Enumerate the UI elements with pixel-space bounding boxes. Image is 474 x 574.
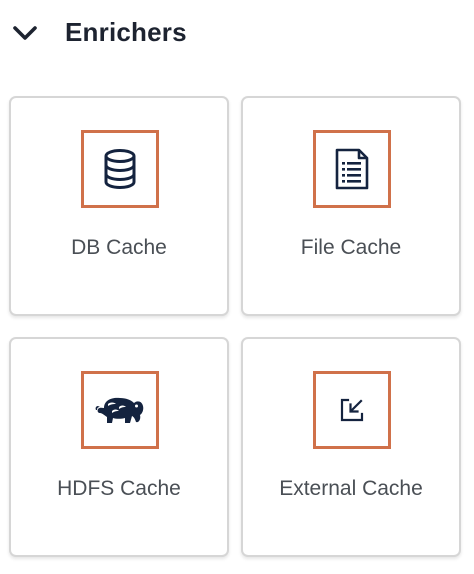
external-cache-card[interactable]: External Cache bbox=[241, 337, 461, 557]
file-cache-card[interactable]: File Cache bbox=[241, 96, 461, 316]
icon-frame bbox=[81, 371, 159, 449]
hadoop-elephant-icon bbox=[95, 397, 144, 423]
section-title: Enrichers bbox=[65, 17, 187, 47]
card-label: HDFS Cache bbox=[57, 477, 181, 500]
card-label: File Cache bbox=[300, 236, 402, 259]
db-cache-card[interactable]: DB Cache bbox=[9, 96, 229, 316]
hdfs-cache-card[interactable]: HDFS Cache bbox=[9, 337, 229, 557]
icon-frame bbox=[313, 371, 391, 449]
enrichers-section-header[interactable]: Enrichers bbox=[0, 0, 474, 66]
database-icon bbox=[104, 149, 136, 190]
card-label: External Cache bbox=[279, 477, 423, 500]
external-import-icon bbox=[340, 398, 364, 422]
chevron-down-icon[interactable] bbox=[12, 23, 38, 43]
icon-frame bbox=[313, 130, 391, 208]
document-list-icon bbox=[335, 148, 369, 190]
icon-frame bbox=[81, 130, 159, 208]
card-label: DB Cache bbox=[71, 236, 167, 259]
